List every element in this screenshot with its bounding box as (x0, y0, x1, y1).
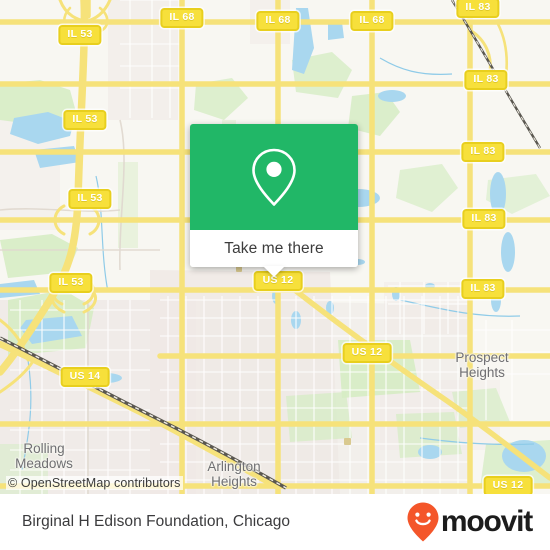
location-title: Birginal H Edison Foundation, Chicago (22, 513, 291, 530)
moovit-map-page: IL 53 IL 68 IL 68 IL 68 IL 83 IL 83 IL 53 IL 83… (0, 0, 550, 550)
highway-shield: IL 68 (256, 11, 300, 31)
highway-shield: US 12 (342, 343, 392, 363)
moovit-smiley-pin-icon (407, 502, 439, 542)
highway-shield: IL 53 (63, 110, 107, 130)
highway-shield: IL 53 (58, 25, 102, 45)
highway-shield: IL 68 (350, 11, 394, 31)
moovit-wordmark: moovit (440, 505, 533, 538)
map-canvas[interactable]: IL 53 IL 68 IL 68 IL 68 IL 83 IL 83 IL 53 IL 83… (0, 0, 550, 494)
page-footer: Birginal H Edison Foundation, Chicago mo… (0, 494, 550, 550)
highway-shield: IL 83 (461, 279, 505, 299)
destination-card[interactable]: Take me there (190, 124, 358, 277)
take-me-there-button[interactable]: Take me there (190, 230, 358, 277)
map-pin-icon (252, 148, 296, 206)
highway-shield: US 12 (483, 476, 533, 494)
take-me-there-label: Take me there (224, 239, 324, 257)
highway-shield: IL 83 (462, 209, 506, 229)
highway-shield: US 14 (60, 367, 110, 387)
highway-shield: IL 53 (68, 189, 112, 209)
highway-shield: IL 83 (461, 142, 505, 162)
osm-attribution[interactable]: © OpenStreetMap contributors (6, 476, 183, 490)
highway-shield: IL 83 (456, 0, 500, 18)
card-header (190, 124, 358, 230)
highway-shield: IL 83 (464, 70, 508, 90)
highway-shield: IL 68 (160, 8, 204, 28)
card-pointer (263, 266, 285, 277)
moovit-logo[interactable]: moovit (406, 501, 533, 543)
highway-shield: IL 53 (49, 273, 93, 293)
